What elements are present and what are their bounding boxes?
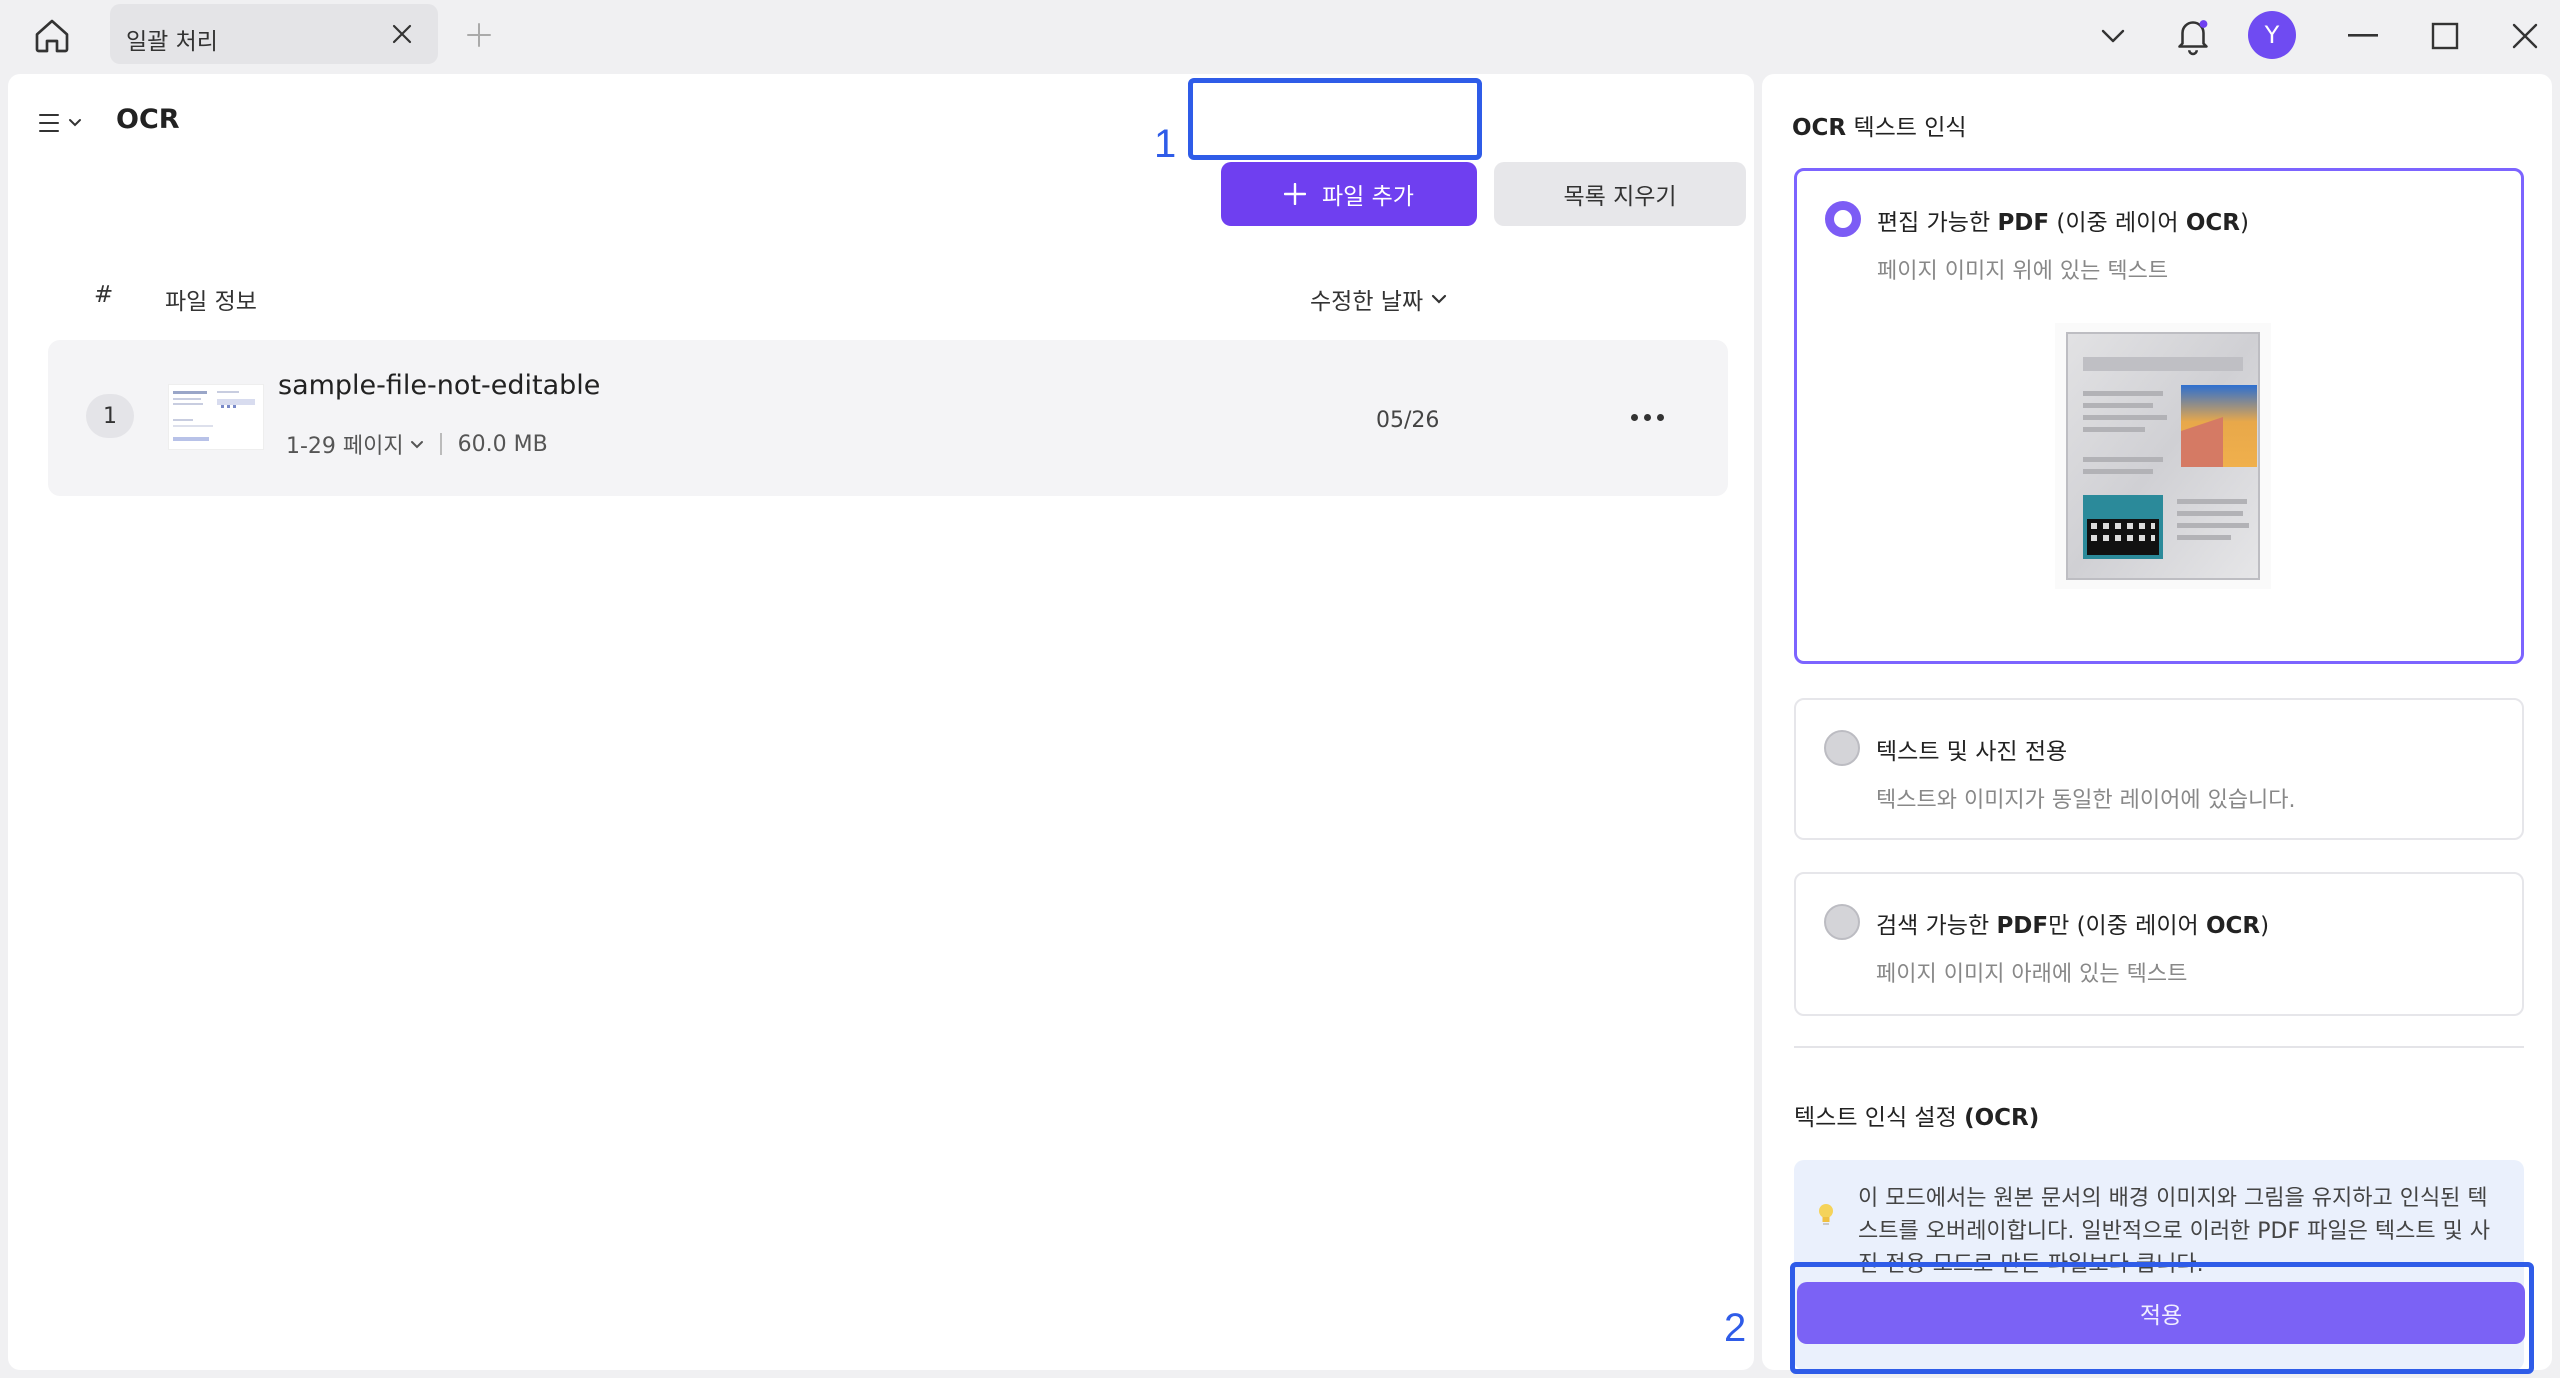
home-button[interactable] xyxy=(28,14,76,58)
annotation-number-2: 2 xyxy=(1724,1306,1747,1350)
panel-title-text: 텍스트 인식 xyxy=(1853,115,1967,141)
add-file-label: 파일 추가 xyxy=(1322,184,1414,210)
chevron-down-icon xyxy=(410,440,423,448)
chevron-down-icon xyxy=(1432,294,1447,304)
option-label-bold: OCR xyxy=(2205,913,2261,939)
file-list-panel: OCR 파일 추가 목록 지우기 # 파일 정보 수정한 날짜 1 sample… xyxy=(8,74,1754,1370)
table-row[interactable]: 1 sample-file-not-editable 1-29 페이지 60.0… xyxy=(48,340,1728,496)
close-window-button[interactable] xyxy=(2502,14,2548,58)
tab-close-button[interactable] xyxy=(388,20,416,48)
radio-button-selected[interactable] xyxy=(1825,201,1861,237)
ocr-settings-panel: OCR 텍스트 인식 편집 가능한 PDF (이중 레이어 OCR) 페이지 이… xyxy=(1762,74,2552,1370)
option-label-text: (이중 레이어 xyxy=(2049,210,2186,236)
bell-icon xyxy=(2178,20,2208,56)
minimize-icon xyxy=(2348,34,2378,37)
radio-button[interactable] xyxy=(1824,730,1860,766)
row-index-badge: 1 xyxy=(86,394,134,438)
close-icon xyxy=(392,24,412,44)
option-editable-pdf[interactable]: 편집 가능한 PDF (이중 레이어 OCR) 페이지 이미지 위에 있는 텍스… xyxy=(1794,168,2524,664)
more-options-button[interactable] xyxy=(1622,400,1672,434)
file-meta: 1-29 페이지 60.0 MB xyxy=(286,428,548,460)
column-header-index: # xyxy=(94,282,114,308)
home-icon xyxy=(35,19,69,53)
plus-icon xyxy=(467,23,491,47)
menu-button[interactable] xyxy=(38,106,94,140)
clear-list-button[interactable]: 목록 지우기 xyxy=(1494,162,1746,226)
option-label-text: 만 (이중 레이어 xyxy=(2048,913,2206,939)
panel-title: OCR 텍스트 인식 xyxy=(1792,108,1967,142)
meta-divider xyxy=(439,433,442,455)
hamburger-icon xyxy=(39,114,59,132)
annotation-box-2 xyxy=(1790,1262,2534,1374)
avatar[interactable]: Y xyxy=(2248,11,2296,59)
file-date: 05/26 xyxy=(1376,408,1440,433)
annotation-box-1 xyxy=(1188,78,1482,160)
tab-batch-process[interactable]: 일괄 처리 xyxy=(110,4,438,64)
chevron-down-icon xyxy=(2101,29,2125,43)
annotation-number-1: 1 xyxy=(1154,122,1177,166)
option-label-bold: OCR xyxy=(2185,210,2240,236)
page-title: OCR xyxy=(116,104,180,135)
plus-icon xyxy=(1284,183,1307,205)
option-searchable-pdf-only[interactable]: 검색 가능한 PDF만 (이중 레이어 OCR) 페이지 이미지 아래에 있는 … xyxy=(1794,872,2524,1016)
page-range-dropdown[interactable]: 1-29 페이지 xyxy=(286,428,424,460)
option-label-text: ) xyxy=(2239,210,2249,236)
file-size: 60.0 MB xyxy=(457,431,548,457)
chevron-down-icon xyxy=(69,119,81,127)
page-range: 1-29 페이지 xyxy=(286,434,404,459)
option-description: 페이지 이미지 위에 있는 텍스트 xyxy=(1877,259,2169,284)
close-icon xyxy=(2512,23,2538,49)
lightbulb-icon xyxy=(1819,1204,1833,1225)
option-description: 텍스트와 이미지가 동일한 레이어에 있습니다. xyxy=(1876,788,2296,813)
notification-button[interactable] xyxy=(2170,14,2216,58)
column-header-modified-date: 수정한 날짜 xyxy=(1310,289,1424,315)
more-dot xyxy=(1656,413,1664,421)
option-label-text: 검색 가능한 xyxy=(1876,913,1997,939)
add-file-button[interactable]: 파일 추가 xyxy=(1221,162,1477,226)
ocr-settings-title-text: 텍스트 인식 설정 xyxy=(1794,1105,1965,1131)
panel-title-bold: OCR xyxy=(1792,115,1847,141)
option-label-text: ) xyxy=(2260,913,2270,939)
more-dot xyxy=(1630,413,1638,421)
option-label-bold: PDF xyxy=(1996,913,2049,939)
column-header-file-info: 파일 정보 xyxy=(165,289,257,315)
ocr-settings-title-bold: (OCR) xyxy=(1964,1105,2040,1131)
tab-title: 일괄 처리 xyxy=(126,29,218,55)
option-description: 페이지 이미지 아래에 있는 텍스트 xyxy=(1876,962,2188,987)
file-thumbnail xyxy=(168,384,264,450)
option-label: 편집 가능한 PDF (이중 레이어 OCR) xyxy=(1877,203,2249,237)
dropdown-button[interactable] xyxy=(2090,14,2136,58)
minimize-button[interactable] xyxy=(2340,14,2386,58)
sort-by-modified-date[interactable]: 수정한 날짜 xyxy=(1310,282,1447,316)
option-text-and-image-only[interactable]: 텍스트 및 사진 전용 텍스트와 이미지가 동일한 레이어에 있습니다. xyxy=(1794,698,2524,840)
more-dot xyxy=(1643,413,1651,421)
option-label: 텍스트 및 사진 전용 xyxy=(1876,739,2068,765)
title-bar: 일괄 처리 Y xyxy=(0,0,2560,72)
file-name: sample-file-not-editable xyxy=(278,370,601,401)
divider xyxy=(1794,1046,2524,1048)
option-label: 검색 가능한 PDF만 (이중 레이어 OCR) xyxy=(1876,906,2269,940)
new-tab-button[interactable] xyxy=(462,18,496,52)
ocr-settings-title: 텍스트 인식 설정 (OCR) xyxy=(1794,1098,2039,1132)
document-preview-illustration xyxy=(2055,323,2271,589)
option-label-text: 편집 가능한 xyxy=(1877,210,1998,236)
maximize-button[interactable] xyxy=(2422,14,2468,58)
radio-button[interactable] xyxy=(1824,904,1860,940)
option-label-bold: PDF xyxy=(1997,210,2050,236)
maximize-icon xyxy=(2431,22,2459,50)
